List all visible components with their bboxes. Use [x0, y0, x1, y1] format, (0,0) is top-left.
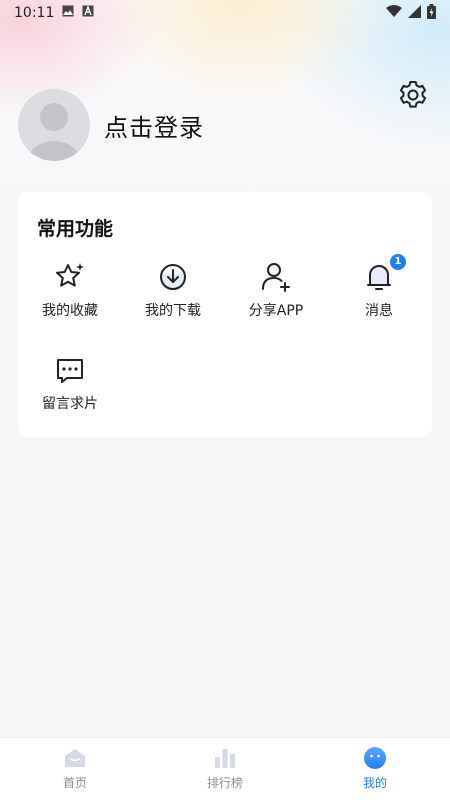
function-label: 留言求片: [42, 396, 98, 412]
battery-icon: [427, 3, 436, 23]
downloads-button[interactable]: 我的下载: [121, 260, 225, 340]
messages-button[interactable]: 1 消息: [327, 254, 431, 340]
status-time: 10:11: [14, 5, 55, 21]
function-label: 我的收藏: [42, 303, 98, 319]
home-icon: [65, 749, 85, 767]
unread-badge: 1: [390, 254, 406, 270]
login-area[interactable]: 点击登录: [18, 89, 204, 161]
share-app-button[interactable]: 分享APP: [224, 260, 328, 340]
tab-mine[interactable]: 我的: [300, 738, 450, 800]
tab-label: 我的: [362, 776, 387, 790]
favorites-button[interactable]: 我的收藏: [18, 260, 122, 340]
tab-label: 排行榜: [206, 776, 243, 790]
status-bar: 10:11: [0, 0, 450, 26]
function-label: 我的下载: [145, 303, 201, 319]
request-movie-button[interactable]: 留言求片: [18, 353, 122, 433]
gear-icon: [399, 81, 427, 108]
section-title: 常用功能: [37, 218, 114, 240]
common-functions-card: 常用功能 我的收藏 我的下载 分享APP 1 消息 留言求片: [18, 192, 432, 437]
smiley-icon: [364, 747, 386, 769]
wifi-icon: [386, 5, 402, 21]
text-notification-icon: [82, 5, 94, 21]
signal-icon: [408, 4, 421, 22]
download-icon: [160, 264, 186, 291]
bar-chart-icon: [215, 749, 235, 768]
add-user-icon: [262, 263, 290, 292]
image-notification-icon: [62, 5, 74, 21]
tab-label: 首页: [62, 776, 87, 790]
chat-bubble-icon: [57, 359, 83, 383]
tab-home[interactable]: 首页: [0, 738, 150, 800]
star-sparkle-icon: [56, 263, 84, 287]
avatar[interactable]: [18, 89, 90, 161]
settings-button[interactable]: [396, 78, 430, 112]
tab-ranking[interactable]: 排行榜: [150, 738, 300, 800]
login-label[interactable]: 点击登录: [104, 108, 204, 143]
function-label: 分享APP: [248, 303, 304, 319]
function-label: 消息: [365, 303, 393, 319]
default-user-icon: [28, 103, 80, 161]
bottom-tab-bar: 首页 排行榜 我的: [0, 737, 450, 800]
